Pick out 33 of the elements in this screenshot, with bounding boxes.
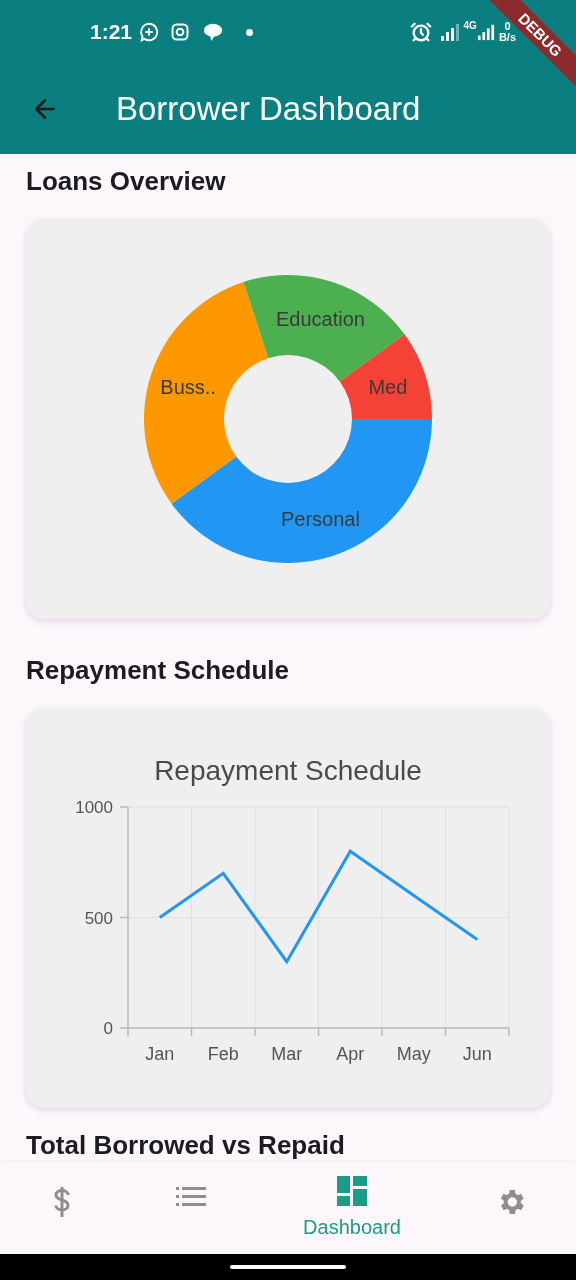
y-tick-label: 500 <box>84 908 113 928</box>
section-title: Repayment Schedule <box>26 654 290 687</box>
signal-icon <box>439 23 460 41</box>
signal-icon <box>476 23 495 41</box>
x-tick-label: Jan <box>145 1044 175 1064</box>
app-bar-title: Borrower Dashboard <box>116 89 421 130</box>
x-tick-label: Feb <box>207 1044 239 1064</box>
camera-icon <box>170 22 191 42</box>
alarm-icon <box>409 21 432 43</box>
nav-item[interactable]: Dashboard <box>258 1162 446 1254</box>
x-tick-label: May <box>396 1044 431 1064</box>
chat-plus-icon <box>138 21 161 43</box>
dashboard-icon <box>337 1176 367 1206</box>
y-tick-label: 0 <box>103 1019 113 1038</box>
slice-label: Education <box>275 308 365 331</box>
x-tick-label: Mar <box>271 1044 303 1064</box>
slice-label: Personal <box>281 507 360 530</box>
network-type: 4G <box>463 19 477 33</box>
chat-bubble-icon <box>202 22 225 42</box>
y-tick-label: 1000 <box>75 798 113 817</box>
list-icon <box>176 1186 206 1208</box>
speed-value: 0 <box>504 21 511 32</box>
slice-label: Buss.. <box>160 375 216 398</box>
chart-title: Repayment Schedule <box>154 755 422 786</box>
speed-unit: B/s <box>498 32 516 43</box>
section-title: Loans Overview <box>26 165 227 198</box>
x-tick-label: Jun <box>462 1044 492 1064</box>
x-tick-label: Apr <box>336 1044 365 1064</box>
home-indicator[interactable] <box>230 1265 346 1269</box>
dollar-icon <box>53 1186 71 1218</box>
status-time: 1:21 <box>90 19 133 46</box>
slice-label: Med <box>368 375 408 398</box>
section-title: Total Borrowed vs Repaid <box>26 1129 346 1162</box>
